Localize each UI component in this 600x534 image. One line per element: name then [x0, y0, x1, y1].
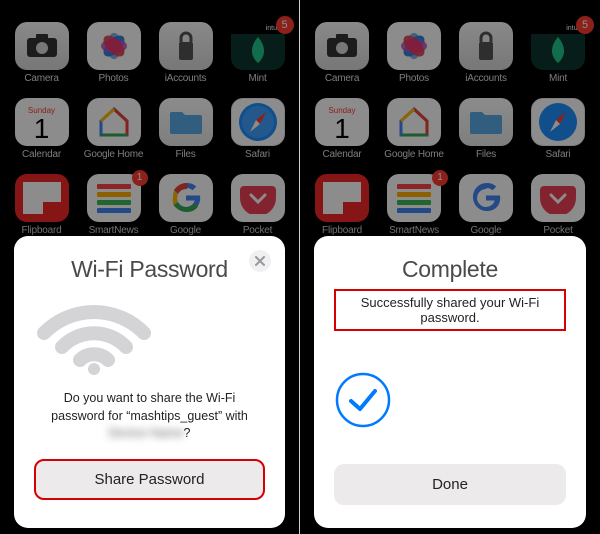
prompt-end: ? [184, 426, 191, 440]
wifi-complete-sheet: Complete Successfully shared your Wi-Fi … [314, 236, 586, 528]
highlight-box: Successfully shared your Wi-Fi password. [334, 289, 566, 331]
wifi-icon [34, 295, 154, 375]
close-button[interactable] [249, 250, 271, 272]
share-prompt: Do you want to share the Wi-Fi password … [38, 390, 261, 443]
network-name: mashtips_guest [130, 409, 218, 423]
done-button[interactable]: Done [334, 464, 566, 505]
wifi-share-sheet: Wi-Fi Password Do you want to share the … [14, 236, 285, 528]
phone-left-before: Camera Photos [0, 0, 300, 534]
close-icon [255, 256, 265, 266]
recipient-redacted: Device Name [109, 425, 184, 443]
checkmark-icon [334, 371, 392, 429]
prompt-suffix: ” with [218, 409, 248, 423]
success-message: Successfully shared your Wi-Fi password. [342, 295, 558, 325]
phone-right-after: Camera Photos iAccounts intuit 5 Mint [300, 0, 600, 534]
sheet-title: Complete [334, 256, 566, 283]
sheet-title: Wi-Fi Password [34, 256, 265, 283]
share-password-button[interactable]: Share Password [34, 459, 265, 500]
